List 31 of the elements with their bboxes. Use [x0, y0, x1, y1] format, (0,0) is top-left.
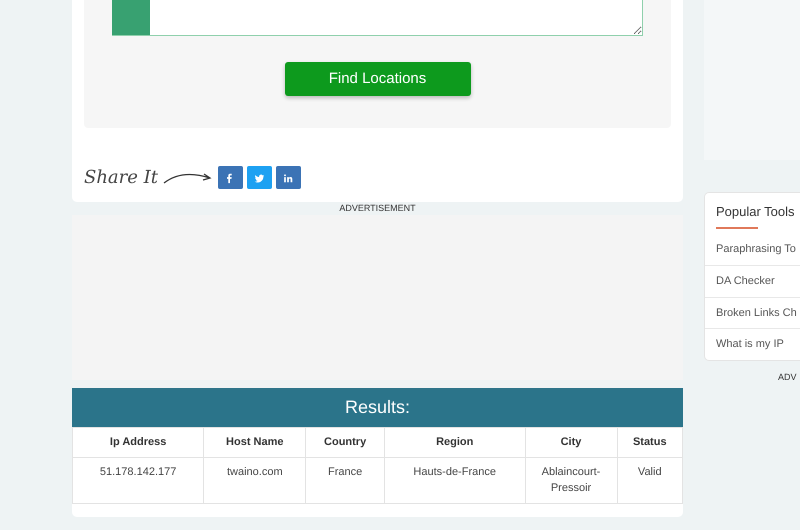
table-cell: 51.178.142.177: [72, 457, 204, 503]
share-label: Share It: [84, 166, 158, 190]
column-header: Host Name: [204, 428, 306, 457]
tool-link[interactable]: DA Checker: [705, 265, 800, 296]
arrow-icon: [162, 170, 214, 184]
text-input-area[interactable]: [150, 0, 643, 36]
share-button[interactable]: [218, 166, 243, 189]
line-gutter: [112, 0, 150, 36]
advertisement-label: ADV: [777, 370, 798, 384]
column-header: City: [525, 428, 617, 457]
twitter-icon: [253, 172, 266, 184]
column-header: Country: [306, 428, 384, 457]
title-underline: [716, 226, 758, 228]
column-header: Region: [384, 428, 525, 457]
table-cell: Ablaincourt-Pressoir: [525, 457, 617, 503]
tool-link[interactable]: What is my IP: [705, 328, 800, 360]
table-cell: Valid: [617, 457, 682, 503]
card-title: Popular Tools: [715, 203, 796, 221]
share-button[interactable]: [276, 166, 301, 189]
column-header: Ip Address: [72, 428, 204, 457]
linkedin-icon: [282, 172, 294, 184]
share-button[interactable]: [246, 166, 272, 189]
table-cell: twaino.com: [204, 457, 306, 503]
tool-link[interactable]: Broken Links Ch: [705, 296, 800, 328]
tool-link[interactable]: Paraphrasing To: [705, 234, 800, 265]
find-locations-button[interactable]: Find Locations: [284, 62, 470, 96]
column-header: Status: [617, 428, 682, 457]
table-cell: France: [306, 457, 384, 503]
table-cell: Hauts-de-France: [384, 457, 525, 503]
results-title: Results:: [72, 388, 683, 427]
advertisement-label: ADVERTISEMENT: [338, 202, 417, 215]
